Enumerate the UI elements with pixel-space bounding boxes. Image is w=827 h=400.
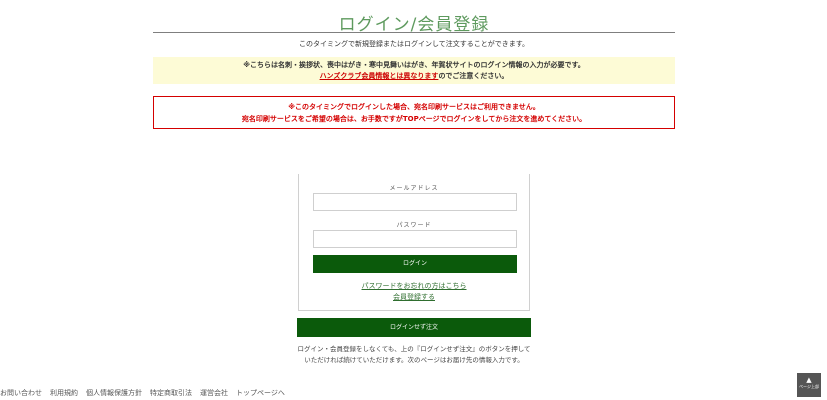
footer-link-commerce-law[interactable]: 特定商取引法 [150, 388, 192, 400]
email-label: メールアドレス [389, 185, 439, 192]
notice-red-line2: 宛名印刷サービスをご希望の場合は、お手数ですがTOPページでログインをしてから注… [241, 115, 587, 123]
password-label: パスワード [396, 222, 432, 229]
page-top-label: ページ上部 [799, 384, 819, 389]
page-top-button[interactable]: ▲ ページ上部 [797, 373, 821, 397]
guest-order-button[interactable]: ログインせず注文 [297, 318, 531, 337]
notice-red-line1: ※このタイミングでログインした場合、宛名印刷サービスはご利用できません。 [288, 103, 540, 111]
footer-link-privacy[interactable]: 個人情報保護方針 [86, 388, 142, 400]
footer-link-top[interactable]: トップページへ [236, 388, 285, 400]
page-title: ログイン/会員登録 [338, 15, 490, 35]
notice-yellow: ※こちらは名刺・挨拶状、喪中はがき・寒中見舞いはがき、年賀状サイトのログイン情報… [153, 57, 675, 84]
password-field[interactable] [313, 230, 517, 248]
footer-nav: お問い合わせ 利用規約 個人情報保護方針 特定商取引法 運営会社 トップページへ [0, 388, 293, 400]
guest-note: ログイン・会員登録をしなくても、上の『ログインせず注文』のボタンを押していただけ… [297, 345, 531, 364]
login-box: メールアドレス パスワード ログイン パスワードをお忘れの方はこちら 会員登録す… [298, 174, 530, 311]
forgot-password-link[interactable]: パスワードをお忘れの方はこちら [299, 281, 529, 291]
title-divider [153, 32, 675, 33]
email-field[interactable] [313, 193, 517, 211]
login-button[interactable]: ログイン [313, 255, 517, 273]
footer-link-company[interactable]: 運営会社 [200, 388, 228, 400]
hands-club-info-link[interactable]: ハンズクラブ会員情報とは異なります [320, 72, 439, 80]
footer-link-contact[interactable]: お問い合わせ [0, 388, 42, 400]
intro-text: このタイミングで新規登録またはログインして注文することができます。 [298, 40, 530, 48]
footer-link-terms[interactable]: 利用規約 [50, 388, 78, 400]
notice-yellow-line1: ※こちらは名刺・挨拶状、喪中はがき・寒中見舞いはがき、年賀状サイトのログイン情報… [243, 61, 585, 69]
notice-red: ※このタイミングでログインした場合、宛名印刷サービスはご利用できません。 宛名印… [153, 96, 675, 129]
chevron-up-icon: ▲ [806, 376, 812, 384]
notice-yellow-suffix: のでご注意ください。 [438, 72, 509, 80]
register-link[interactable]: 会員登録する [299, 292, 529, 302]
notice-yellow-line2: ハンズクラブ会員情報とは異なりますのでご注意ください。 [153, 71, 675, 82]
